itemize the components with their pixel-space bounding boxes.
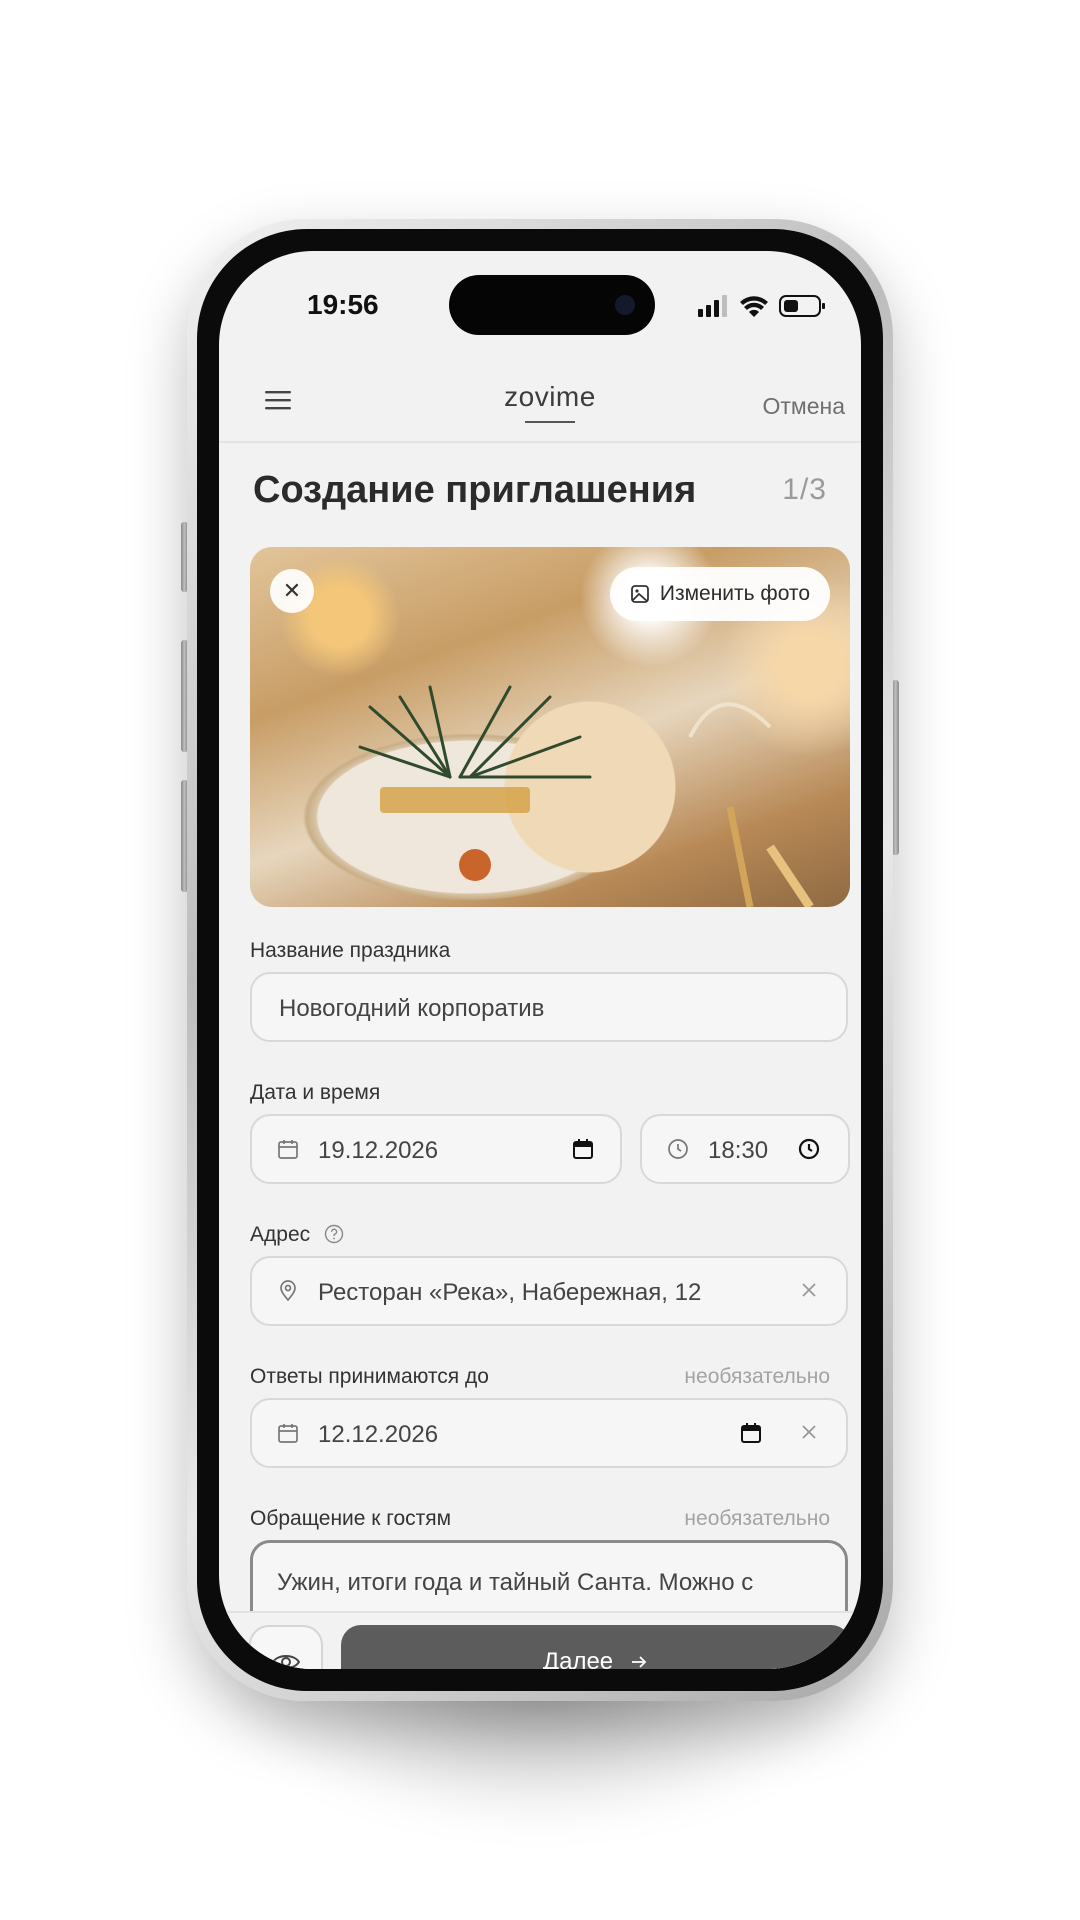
- power-button: [892, 680, 899, 855]
- deadline-optional-hint: необязательно: [684, 1365, 830, 1388]
- remove-photo-button[interactable]: ✕: [270, 569, 314, 613]
- logo-underline: [525, 421, 575, 423]
- cancel-button[interactable]: Отмена: [762, 393, 845, 420]
- clear-address-icon[interactable]: [798, 1279, 820, 1301]
- date-input[interactable]: 19.12.2026: [250, 1114, 622, 1184]
- next-button[interactable]: Далее: [341, 1625, 851, 1669]
- next-button-label: Далее: [542, 1648, 614, 1669]
- eye-icon: [271, 1655, 301, 1669]
- event-name-label: Название праздника: [250, 939, 451, 962]
- preview-button[interactable]: [249, 1625, 323, 1669]
- event-name-value: Новогодний корпоратив: [279, 995, 545, 1022]
- message-optional-hint: необязательно: [684, 1507, 830, 1530]
- signal-icon: [698, 295, 727, 317]
- change-photo-label: Изменить фото: [659, 582, 810, 605]
- message-value: Ужин, итоги года и тайный Санта. Можно с: [277, 1569, 754, 1596]
- datetime-label: Дата и время: [250, 1081, 381, 1104]
- step-indicator: 1/3: [782, 473, 827, 506]
- clock-icon: [668, 1139, 688, 1159]
- cover-photo: ✕ Изменить фото: [250, 547, 850, 907]
- calendar-picker-icon[interactable]: [740, 1422, 762, 1444]
- address-label: Адрес: [250, 1223, 344, 1247]
- calendar-icon: [278, 1140, 298, 1159]
- wifi-icon: [740, 296, 768, 317]
- date-value: 19.12.2026: [318, 1137, 439, 1164]
- battery-icon: [779, 295, 825, 317]
- clear-deadline-icon[interactable]: [798, 1421, 820, 1443]
- app-header: zovime Отмена: [219, 359, 861, 443]
- location-pin-icon: [280, 1280, 296, 1302]
- deadline-value: 12.12.2026: [318, 1421, 439, 1448]
- deadline-label: Ответы принимаются до: [250, 1365, 489, 1388]
- calendar-picker-icon[interactable]: [572, 1138, 594, 1160]
- page-title: Создание приглашения: [253, 469, 697, 511]
- dynamic-island: [449, 275, 655, 335]
- message-label: Обращение к гостям: [250, 1507, 452, 1530]
- arrow-right-icon: [632, 1656, 647, 1668]
- address-label-text: Адрес: [250, 1223, 311, 1246]
- bottom-action-bar: Далее: [219, 1611, 861, 1669]
- status-icons: [698, 295, 825, 317]
- calendar-icon: [278, 1424, 298, 1443]
- address-value: Ресторан «Река», Набережная, 12: [318, 1279, 702, 1306]
- change-photo-button[interactable]: Изменить фото: [609, 567, 830, 621]
- phone-screen: 19:56 zovime Отмена Создание приглашения…: [219, 251, 861, 1669]
- address-input[interactable]: Ресторан «Река», Набережная, 12: [250, 1256, 848, 1326]
- time-value: 18:30: [708, 1137, 769, 1164]
- deadline-input[interactable]: 12.12.2026: [250, 1398, 848, 1468]
- image-icon: [630, 585, 649, 603]
- event-name-input[interactable]: Новогодний корпоратив: [250, 972, 848, 1042]
- time-input[interactable]: 18:30: [640, 1114, 850, 1184]
- camera-icon: [615, 295, 635, 315]
- phone-frame: 19:56 zovime Отмена Создание приглашения…: [187, 219, 893, 1701]
- time-picker-icon[interactable]: [798, 1138, 820, 1160]
- phone-bezel: 19:56 zovime Отмена Создание приглашения…: [197, 229, 883, 1691]
- help-icon[interactable]: [324, 1224, 344, 1244]
- status-time: 19:56: [307, 289, 379, 320]
